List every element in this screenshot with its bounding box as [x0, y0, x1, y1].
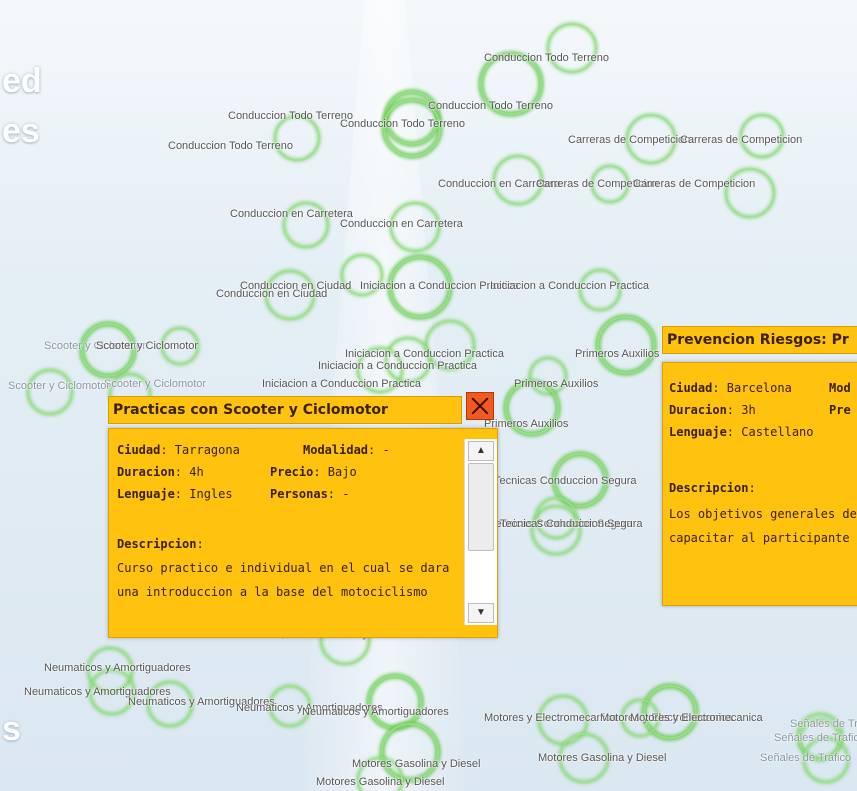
- node-ring[interactable]: [273, 114, 321, 162]
- node-label[interactable]: Motores Gasolina y Diesel: [538, 752, 666, 764]
- node-label[interactable]: Primeros Auxilios: [575, 348, 659, 360]
- node-ring-highlight: [597, 316, 655, 374]
- node-label[interactable]: Carreras de Competicion: [633, 178, 755, 190]
- riesgos-field-lenguaje: Lenguaje: Castellano: [669, 425, 814, 439]
- label-ciudad: Ciudad: [117, 443, 161, 457]
- field-modalidad: Modalidad: -: [303, 443, 390, 457]
- field-lenguaje: Lenguaje: Ingles: [117, 487, 233, 501]
- node-ring[interactable]: [595, 314, 657, 376]
- node-ring[interactable]: [379, 721, 441, 783]
- node-label[interactable]: Señales de Trafico: [774, 732, 857, 744]
- node-label[interactable]: Motores y Electromecanica: [630, 712, 763, 724]
- node-label[interactable]: Iniciacion a Conduccion Practica: [490, 280, 649, 292]
- node-label[interactable]: Señales de Trafico: [790, 718, 857, 730]
- label-modalidad: Modalidad: [303, 443, 369, 457]
- node-label[interactable]: Iniciacion a Conduccion Practica: [262, 378, 421, 390]
- riesgos-value-duracion: : 3h: [726, 403, 756, 417]
- node-label[interactable]: Conduccion Todo Terreno: [484, 52, 609, 64]
- node-ring[interactable]: [724, 167, 776, 219]
- value-modalidad: : -: [368, 443, 390, 457]
- label-duracion: Duracion: [117, 465, 175, 479]
- popup-scooter: Ciudad: Tarragona Modalidad: - Duracion:…: [108, 428, 498, 638]
- node-label[interactable]: Carreras de Competicion: [568, 134, 690, 146]
- node-label[interactable]: Motores Gasolina y Diesel: [316, 776, 444, 788]
- field-ciudad: Ciudad: Tarragona: [117, 443, 240, 457]
- description-line-1: Curso practico e individual en el cual s…: [117, 561, 450, 575]
- riesgos-descripcion-colon: :: [748, 481, 756, 495]
- node-label[interactable]: Iniciacion a Conduccion Practica: [318, 360, 477, 372]
- tag-cloud-canvas: ed es s Conduccion Todo Terreno Conduccio…: [0, 0, 857, 791]
- field-personas: Personas: -: [270, 487, 349, 501]
- riesgos-label-ciudad: Ciudad: [669, 381, 713, 395]
- node-label[interactable]: Iniciacion a Conduccion Practica: [345, 348, 504, 360]
- label-descripcion: Descripcion: [117, 537, 197, 551]
- popup-scooter-close-button[interactable]: [466, 392, 494, 420]
- riesgos-label-precio: Pre: [829, 403, 851, 417]
- value-lenguaje: : Ingles: [174, 487, 233, 501]
- popup-scooter-title: Practicas con Scooter y Ciclomotor: [108, 396, 462, 424]
- node-label[interactable]: Scooter y Ciclomotor: [8, 380, 110, 392]
- descripcion-colon: :: [196, 537, 204, 551]
- node-label[interactable]: Scooter y Ciclomotor: [96, 340, 198, 352]
- scroll-down-button[interactable]: ▼: [468, 603, 494, 623]
- popup-riesgos: Ciudad: Barcelona Mod Duracion: 3h Pre L…: [662, 362, 857, 606]
- value-personas: : -: [327, 487, 350, 501]
- riesgos-label-descripcion: Descripcion: [669, 481, 749, 495]
- scroll-up-button[interactable]: ▲: [468, 441, 494, 461]
- riesgos-description-heading: Descripcion:: [669, 481, 756, 495]
- popup-scrollbar[interactable]: ▲ ▼: [464, 439, 497, 625]
- node-label[interactable]: Neumaticos y Amortiguadores: [302, 706, 449, 718]
- label-precio: Precio: [270, 465, 314, 479]
- node-label[interactable]: Tecnicas Conduccion Segura: [500, 518, 642, 530]
- node-label[interactable]: Señales de Trafico: [760, 752, 851, 764]
- value-precio: : Bajo: [313, 465, 357, 479]
- field-precio: Precio: Bajo: [270, 465, 357, 479]
- node-ring-highlight: [274, 115, 320, 161]
- riesgos-label-duracion: Duracion: [669, 403, 727, 417]
- label-personas: Personas: [270, 487, 328, 501]
- value-ciudad: : Tarragona: [160, 443, 240, 457]
- riesgos-field-duracion: Duracion: 3h: [669, 403, 756, 417]
- node-label[interactable]: Conduccion Todo Terreno: [428, 100, 553, 112]
- node-label[interactable]: Motores y Electromecanica: [484, 712, 617, 724]
- node-label[interactable]: Scooter y Ciclomotor: [104, 378, 206, 390]
- node-label[interactable]: Conduccion Todo Terreno: [228, 110, 353, 122]
- node-ring-highlight: [381, 723, 439, 781]
- popup-riesgos-title: Prevencion Riesgos: Pr: [662, 326, 857, 354]
- node-ring-highlight: [725, 168, 775, 218]
- riesgos-label-modalidad: Mod: [829, 381, 851, 395]
- node-label[interactable]: Conduccion Todo Terreno: [168, 140, 293, 152]
- node-ring[interactable]: [26, 368, 74, 416]
- node-label[interactable]: Tecnicas Conduccion Segura: [494, 475, 636, 487]
- node-label[interactable]: Conduccion Todo Terreno: [340, 118, 465, 130]
- label-lenguaje: Lenguaje: [117, 487, 175, 501]
- riesgos-description-line-2: capacitar al participante e: [669, 531, 857, 545]
- node-ring-highlight: [27, 369, 73, 415]
- node-label[interactable]: Conduccion en Carretera: [230, 208, 353, 220]
- node-label[interactable]: Motores Gasolina y Diesel: [352, 758, 480, 770]
- node-label[interactable]: Conduccion en Carretera: [340, 218, 463, 230]
- field-duracion: Duracion: 4h: [117, 465, 204, 479]
- riesgos-value-ciudad: : Barcelona: [712, 381, 792, 395]
- node-ring-highlight: [547, 23, 597, 73]
- node-label[interactable]: Carreras de Competicion: [680, 134, 802, 146]
- node-label[interactable]: Neumaticos y Amortiguadores: [44, 662, 191, 674]
- riesgos-label-lenguaje: Lenguaje: [669, 425, 727, 439]
- node-ring[interactable]: [546, 22, 598, 74]
- description-heading: Descripcion:: [117, 537, 204, 551]
- value-duracion: : 4h: [174, 465, 204, 479]
- riesgos-value-lenguaje: : Castellano: [726, 425, 814, 439]
- node-label[interactable]: Conduccion en Ciudad: [240, 280, 351, 292]
- node-label[interactable]: Primeros Auxilios: [514, 378, 598, 390]
- riesgos-field-ciudad: Ciudad: Barcelona: [669, 381, 792, 395]
- scroll-thumb[interactable]: [468, 463, 494, 551]
- riesgos-description-line-1: Los objetivos generales de: [669, 507, 857, 521]
- description-line-2: una introduccion a la base del motocicli…: [117, 585, 428, 599]
